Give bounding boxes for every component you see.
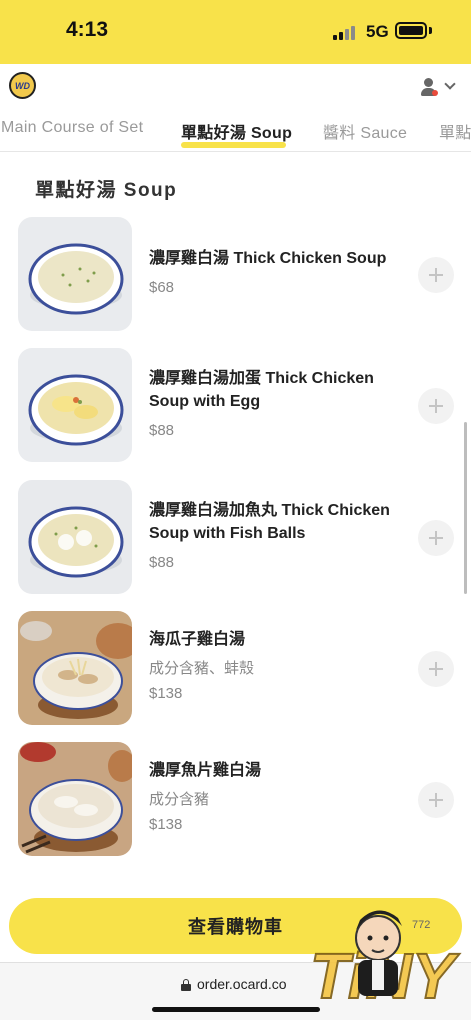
brand-logo[interactable]: WD bbox=[9, 72, 36, 99]
status-bar: 4:13 5G bbox=[0, 0, 471, 64]
notification-dot bbox=[432, 90, 438, 96]
menu-item[interactable]: 海瓜子雞白湯 成分含豬、蚌殼 $138 bbox=[0, 611, 471, 729]
battery-icon bbox=[395, 22, 427, 39]
item-photo bbox=[18, 348, 132, 462]
watermark-sticker: TiNY bbox=[306, 898, 466, 1016]
tab-main-course[interactable]: Main Course of Set bbox=[1, 119, 143, 137]
add-to-cart-button[interactable] bbox=[418, 782, 454, 818]
item-name: 濃厚雞白湯加魚丸 Thick Chicken Soup with Fish Ba… bbox=[149, 502, 390, 542]
home-indicator[interactable] bbox=[152, 1007, 320, 1012]
add-to-cart-button[interactable] bbox=[418, 388, 454, 424]
menu-item[interactable]: 濃厚雞白湯加魚丸 Thick Chicken Soup with Fish Ba… bbox=[0, 480, 471, 598]
category-tabs: Main Course of Set 單點好湯 Soup 醬料 Sauce 單點 bbox=[0, 112, 471, 152]
item-name: 濃厚魚片雞白湯 bbox=[149, 762, 262, 779]
item-price: $68 bbox=[149, 279, 175, 296]
menu-item[interactable]: 濃厚雞白湯加蛋 Thick Chicken Soup with Egg $88 bbox=[0, 348, 471, 466]
item-photo bbox=[18, 611, 132, 725]
item-name: 海瓜子雞白湯 bbox=[149, 631, 246, 648]
add-to-cart-button[interactable] bbox=[418, 651, 454, 687]
item-name: 濃厚雞白湯加蛋 Thick Chicken Soup with Egg bbox=[149, 370, 374, 410]
app-header: WD bbox=[0, 64, 471, 112]
item-description: 成分含豬 bbox=[149, 791, 210, 808]
battery-tip bbox=[429, 27, 432, 34]
view-cart-label: 查看購物車 bbox=[188, 917, 283, 937]
section-title: 單點好湯 Soup bbox=[35, 180, 178, 201]
scrollbar[interactable] bbox=[464, 422, 467, 594]
user-icon bbox=[420, 76, 438, 98]
status-time: 4:13 bbox=[66, 18, 109, 41]
network-type: 5G bbox=[366, 22, 389, 41]
user-menu-button[interactable] bbox=[420, 76, 460, 100]
item-price: $88 bbox=[149, 422, 175, 439]
tab-single-item[interactable]: 單點 bbox=[439, 119, 471, 143]
item-photo bbox=[18, 217, 132, 331]
menu-item[interactable]: 濃厚魚片雞白湯 成分含豬 $138 bbox=[0, 742, 471, 860]
cellular-signal-icon bbox=[333, 24, 359, 40]
item-price: $138 bbox=[149, 816, 183, 833]
item-name: 濃厚雞白湯 Thick Chicken Soup bbox=[149, 250, 387, 267]
item-photo bbox=[18, 480, 132, 594]
lock-icon bbox=[181, 979, 191, 991]
url-text: order.ocard.co bbox=[197, 976, 287, 992]
brand-logo-text: WD bbox=[15, 80, 30, 91]
active-tab-indicator bbox=[181, 142, 286, 148]
tab-soup[interactable]: 單點好湯 Soup bbox=[181, 119, 292, 143]
add-to-cart-button[interactable] bbox=[418, 520, 454, 556]
item-description: 成分含豬、蚌殼 bbox=[149, 660, 255, 677]
item-photo bbox=[18, 742, 132, 856]
add-to-cart-button[interactable] bbox=[418, 257, 454, 293]
chevron-down-icon bbox=[444, 78, 456, 90]
tab-sauce[interactable]: 醬料 Sauce bbox=[323, 119, 407, 143]
item-price: $88 bbox=[149, 554, 175, 571]
menu-item[interactable]: 濃厚雞白湯 Thick Chicken Soup $68 bbox=[0, 217, 471, 335]
item-price: $138 bbox=[149, 685, 183, 702]
